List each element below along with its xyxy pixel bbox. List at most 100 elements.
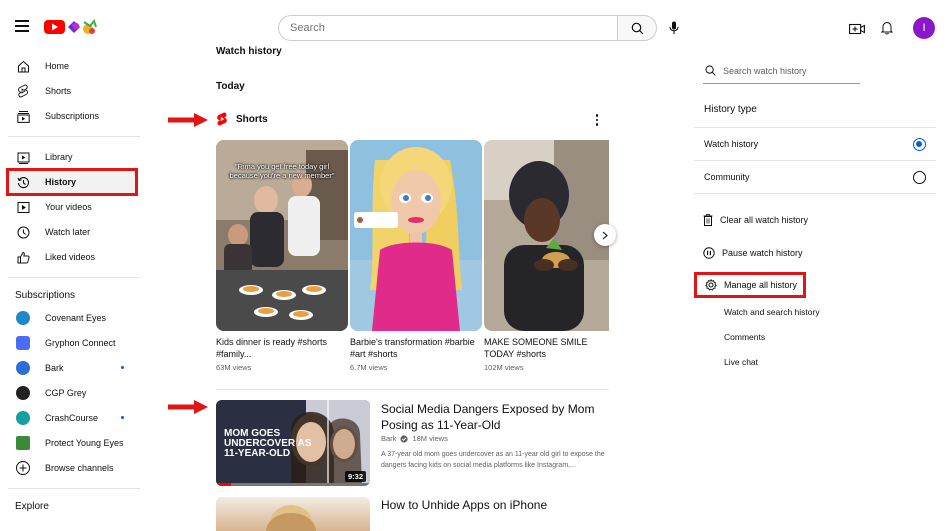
subscription-protect-young-eyes[interactable]: Protect Young Eyes [8, 431, 136, 455]
page-title: Watch history [216, 46, 282, 57]
history-type-community[interactable]: Community [704, 169, 926, 185]
sidebar-divider [8, 277, 140, 278]
short-card[interactable]: MAKE SOMEONE SMILE TODAY #shorts 102M vi… [484, 140, 609, 372]
section-today-heading: Today [216, 81, 245, 92]
create-icon[interactable] [846, 18, 868, 38]
short-thumbnail[interactable]: "Rima you get free today girl because yo… [216, 140, 348, 331]
history-type-label: Watch history [704, 139, 759, 149]
sidebar-item-history[interactable]: History [6, 168, 138, 196]
mic-icon [669, 21, 679, 34]
shorts-shelf-header: Shorts [216, 112, 268, 126]
shorts-logo-icon [217, 112, 227, 126]
short-thumbnail[interactable] [484, 140, 609, 331]
radio-unselected[interactable] [913, 170, 926, 184]
subscription-label: CGP Grey [45, 388, 87, 398]
clock-icon [16, 225, 30, 239]
short-views: 102M views [484, 363, 524, 372]
search-icon [705, 65, 716, 76]
history-type-label: Community [704, 172, 750, 182]
channel-avatar [16, 336, 30, 350]
your-videos-icon [16, 200, 30, 214]
subscription-label: CrashCourse [45, 413, 99, 423]
history-type-heading: History type [704, 104, 757, 115]
subscription-label: Protect Young Eyes [45, 438, 124, 448]
sidebar-item-your-videos[interactable]: Your videos [8, 195, 136, 219]
pause-icon [703, 247, 715, 259]
home-icon [16, 59, 30, 73]
manage-all-history-button[interactable]: Manage all history [694, 272, 807, 298]
sidebar-item-watch-later[interactable]: Watch later [8, 220, 136, 244]
channel-avatar [16, 361, 30, 375]
short-views: 63M views [216, 363, 252, 372]
subscriptions-icon [16, 109, 30, 123]
video-views: 18M views [412, 434, 448, 443]
video-thumbnail-text: MOM GOES UNDERCOVER AS 11-YEAR-OLD [224, 428, 312, 459]
subscription-covenant-eyes[interactable]: Covenant Eyes [8, 306, 136, 330]
subscription-crashcourse[interactable]: CrashCourse [8, 406, 136, 430]
subscription-bark[interactable]: Bark [8, 356, 136, 380]
search-icon [631, 22, 643, 34]
short-card[interactable]: "Rima you get free today girl because yo… [216, 140, 348, 372]
search-input[interactable] [278, 15, 618, 41]
channel-name[interactable]: Bark [381, 434, 396, 443]
video-duration: 9:32 [344, 471, 366, 482]
annotation-arrow-icon [168, 400, 208, 414]
video-thumbnail[interactable] [216, 497, 370, 531]
sidebar-item-liked-videos[interactable]: Liked videos [8, 245, 136, 269]
manage-link-live-chat[interactable]: Live chat [724, 357, 758, 367]
clear-all-watch-history-button[interactable]: Clear all watch history [703, 212, 808, 228]
sidebar-item-label: Library [45, 152, 73, 162]
browse-channels[interactable]: Browse channels [8, 456, 136, 480]
manage-link-comments[interactable]: Comments [724, 332, 765, 342]
sidebar-item-shorts[interactable]: Shorts [8, 79, 136, 103]
channel-avatar [16, 436, 30, 450]
verified-icon [400, 434, 409, 443]
radio-selected[interactable] [913, 137, 926, 151]
history-icon [16, 175, 30, 189]
action-label: Pause watch history [722, 248, 803, 258]
manage-link-watch-and-search[interactable]: Watch and search history [724, 307, 820, 317]
sidebar-item-home[interactable]: Home [8, 54, 136, 78]
menu-icon[interactable] [15, 20, 29, 32]
shorts-shelf-title: Shorts [236, 113, 268, 125]
panel-divider [694, 160, 936, 161]
avatar[interactable]: I [913, 17, 935, 39]
sidebar-item-label: Home [45, 61, 70, 71]
short-title[interactable]: MAKE SOMEONE SMILE TODAY #shorts [484, 336, 609, 360]
subscription-cgp-grey[interactable]: CGP Grey [8, 381, 136, 405]
short-thumbnail[interactable] [350, 140, 482, 331]
panel-divider [694, 127, 936, 128]
new-content-dot [121, 366, 124, 369]
search-watch-history[interactable]: Search watch history [703, 58, 860, 84]
video-thumbnail[interactable]: MOM GOES UNDERCOVER AS 11-YEAR-OLD 9:32 [216, 400, 370, 486]
short-title[interactable]: Kids dinner is ready #shorts #family... [216, 336, 348, 360]
subscription-label: Browse channels [45, 463, 114, 473]
subscription-label: Bark [45, 363, 64, 373]
sidebar-item-label: Subscriptions [45, 111, 100, 121]
explore-heading: Explore [15, 501, 49, 512]
trash-icon [703, 214, 713, 226]
more-options-button[interactable] [591, 113, 603, 127]
channel-avatar [16, 411, 30, 425]
short-card[interactable]: Barbie's transformation #barbie #art #sh… [350, 140, 482, 372]
sidebar-item-label: Your videos [45, 202, 92, 212]
shelf-next-button[interactable] [594, 224, 616, 246]
pause-watch-history-button[interactable]: Pause watch history [703, 245, 803, 261]
bell-icon[interactable] [877, 17, 897, 39]
short-title[interactable]: Barbie's transformation #barbie #art #sh… [350, 336, 482, 360]
short-views: 6.7M views [350, 363, 388, 372]
youtube-logo[interactable] [44, 17, 100, 37]
thumbs-up-icon [16, 250, 30, 264]
video-title[interactable]: How to Unhide Apps on iPhone [381, 497, 547, 513]
search-button[interactable] [617, 15, 657, 41]
channel-avatar [16, 386, 30, 400]
mic-button[interactable] [664, 17, 684, 39]
short-overlay-text: "Rima you get free today girl because yo… [229, 162, 335, 180]
action-label: Clear all watch history [720, 215, 809, 225]
history-type-watch[interactable]: Watch history [704, 136, 926, 152]
sidebar-item-subscriptions[interactable]: Subscriptions [8, 104, 136, 128]
channel-avatar [16, 311, 30, 325]
sidebar-item-library[interactable]: Library [8, 145, 136, 169]
subscription-gryphon-connect[interactable]: Gryphon Connect [8, 331, 136, 355]
video-title[interactable]: Social Media Dangers Exposed by Mom Posi… [381, 401, 609, 433]
